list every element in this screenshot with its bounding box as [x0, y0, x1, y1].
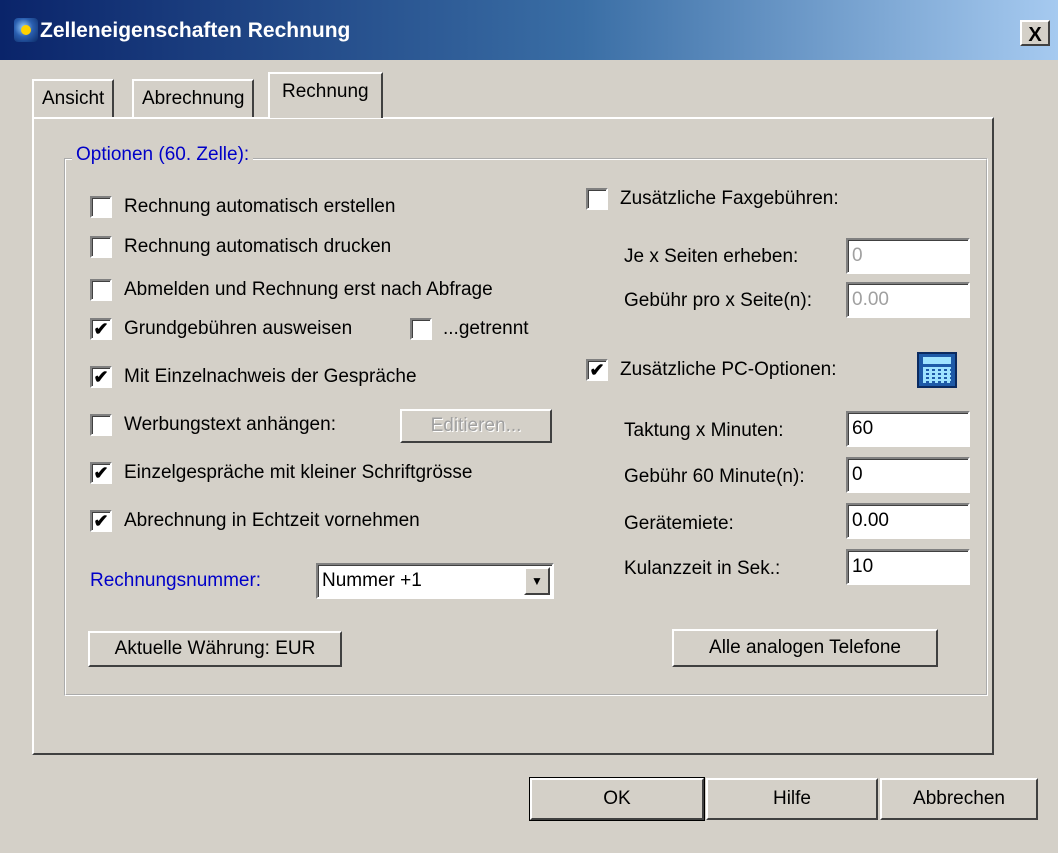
realtime-checkbox[interactable]: ✔ — [90, 510, 112, 532]
invoice-number-select[interactable]: Nummer +1 ▼ — [316, 563, 554, 599]
small-font-label: Einzelgespräche mit kleiner Schriftgröss… — [124, 462, 473, 483]
separate-label: ...getrennt — [443, 318, 529, 339]
fee-minute-label: Gebühr 60 Minute(n): — [624, 466, 805, 487]
calculator-icon[interactable] — [917, 352, 957, 388]
basic-fees-checkbox[interactable]: ✔ — [90, 318, 112, 340]
pc-options-label: Zusätzliche PC-Optionen: — [620, 359, 837, 380]
ok-button[interactable]: OK — [529, 777, 705, 821]
close-button[interactable]: X — [1020, 20, 1050, 46]
tab-ansicht[interactable]: Ansicht — [32, 79, 115, 117]
fee-per-page-input[interactable]: 0.00 — [846, 282, 970, 318]
advert-checkbox[interactable] — [90, 414, 112, 436]
tab-abrechnung[interactable]: Abrechnung — [132, 79, 255, 117]
invoice-number-value: Nummer +1 — [322, 570, 422, 591]
fee-per-page-label: Gebühr pro x Seite(n): — [624, 290, 812, 311]
auto-print-checkbox[interactable] — [90, 236, 112, 258]
itemized-checkbox[interactable]: ✔ — [90, 366, 112, 388]
help-button[interactable]: Hilfe — [706, 778, 878, 820]
realtime-label: Abrechnung in Echtzeit vornehmen — [124, 510, 420, 531]
separate-checkbox[interactable] — [410, 318, 432, 340]
cycle-input[interactable]: 60 — [846, 411, 970, 447]
pages-input[interactable]: 0 — [846, 238, 970, 274]
grace-label: Kulanzzeit in Sek.: — [624, 558, 781, 579]
fee-minute-input[interactable]: 0 — [846, 457, 970, 493]
fax-checkbox[interactable] — [586, 188, 608, 210]
app-icon — [14, 18, 38, 42]
rent-label: Gerätemiete: — [624, 513, 734, 534]
auto-print-label: Rechnung automatisch drucken — [124, 236, 392, 257]
advert-label: Werbungstext anhängen: — [124, 414, 336, 435]
window-title: Zelleneigenschaften Rechnung — [40, 19, 351, 42]
tab-rechnung[interactable]: Rechnung — [268, 72, 383, 118]
currency-button[interactable]: Aktuelle Währung: EUR — [88, 631, 342, 667]
analog-phones-button[interactable]: Alle analogen Telefone — [672, 629, 938, 667]
logout-query-label: Abmelden und Rechnung erst nach Abfrage — [124, 279, 493, 300]
options-legend: Optionen (60. Zelle): — [72, 144, 254, 166]
invoice-number-label: Rechnungsnummer: — [90, 570, 262, 591]
pages-label: Je x Seiten erheben: — [624, 246, 799, 267]
auto-create-label: Rechnung automatisch erstellen — [124, 196, 396, 217]
auto-create-checkbox[interactable] — [90, 196, 112, 218]
grace-input[interactable]: 10 — [846, 549, 970, 585]
dropdown-arrow-icon[interactable]: ▼ — [524, 567, 550, 595]
cancel-button[interactable]: Abbrechen — [880, 778, 1038, 820]
logout-query-checkbox[interactable] — [90, 279, 112, 301]
cycle-label: Taktung x Minuten: — [624, 420, 784, 441]
rent-input[interactable]: 0.00 — [846, 503, 970, 539]
small-font-checkbox[interactable]: ✔ — [90, 462, 112, 484]
itemized-label: Mit Einzelnachweis der Gespräche — [124, 366, 417, 387]
fax-label: Zusätzliche Faxgebühren: — [620, 188, 839, 209]
basic-fees-label: Grundgebühren ausweisen — [124, 318, 353, 339]
edit-button[interactable]: Editieren... — [400, 409, 552, 443]
pc-options-checkbox[interactable]: ✔ — [586, 359, 608, 381]
